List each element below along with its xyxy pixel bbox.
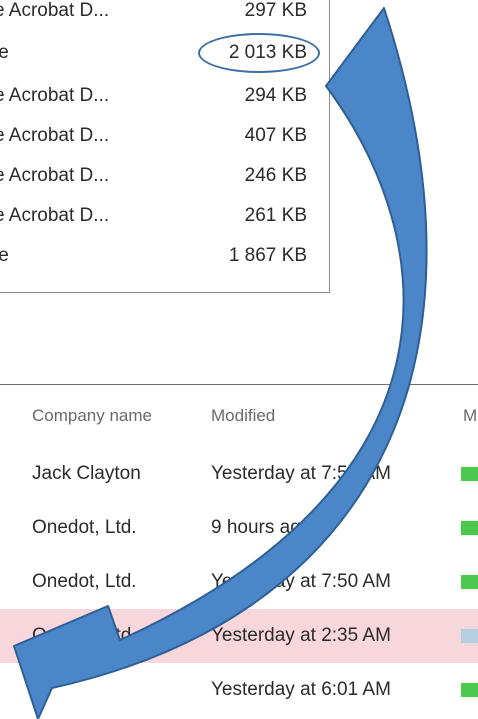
modified-cell: Yesterday at 7:50 AM [211,571,391,592]
file-type-cell: e Acrobat D... [0,85,110,106]
company-cell: Jack Clayton [32,463,141,484]
table-row[interactable]: Jack Clayton Yesterday at 7:50 AM [0,447,478,501]
file-type-cell: e Acrobat D... [0,165,110,186]
file-size-cell: 261 KB [244,205,307,226]
company-cell: Onedot, Ltd. [32,517,137,538]
table-row[interactable]: Yesterday at 6:01 AM [0,663,478,717]
file-size-cell: 297 KB [244,0,307,21]
modified-cell: 9 hours ago [211,517,312,538]
table-row-selected[interactable]: Onedot, Ltd. Yesterday at 2:35 AM [0,609,478,663]
file-row[interactable]: e Acrobat D... 246 KB [0,159,329,193]
company-cell: Onedot, Ltd. [32,571,137,592]
status-indicator [461,683,478,697]
file-row[interactable]: e Acrobat D... 407 KB [0,119,329,153]
table-row[interactable]: Onedot, Ltd. 9 hours ago [0,501,478,555]
file-size-cell: 246 KB [244,165,307,186]
file-size-cell: 1 867 KB [228,245,307,266]
file-type-cell: e Acrobat D... [0,125,110,146]
column-header-extra[interactable]: M [463,385,477,447]
table-row[interactable]: Onedot, Ltd. Yesterday at 7:50 AM [0,555,478,609]
modified-cell: Yesterday at 7:50 AM [211,463,391,484]
status-indicator [461,521,478,535]
column-header-modified[interactable]: Modified [211,385,275,447]
file-type-cell: le [0,239,9,273]
table-header: Company name Modified M [0,385,478,447]
status-indicator [461,467,478,481]
file-size-cell: 294 KB [244,85,307,106]
file-list-panel: e Acrobat D... 297 KB le 2 013 KB e Acro… [0,0,330,293]
file-row[interactable]: e Acrobat D... 297 KB [0,0,329,28]
modified-cell: Yesterday at 2:35 AM [211,625,391,646]
company-cell: Onedot, Ltd. [32,625,137,646]
file-type-cell: e Acrobat D... [0,0,110,21]
file-row[interactable]: e Acrobat D... 294 KB [0,79,329,113]
column-header-company[interactable]: Company name [32,385,152,447]
file-type-cell: le [0,36,9,70]
file-row[interactable]: le 1 867 KB [0,239,329,273]
modified-cell: Yesterday at 6:01 AM [211,679,391,700]
status-indicator [461,575,478,589]
documents-table: Company name Modified M Jack Clayton Yes… [0,384,478,719]
file-row[interactable]: e Acrobat D... 261 KB [0,199,329,233]
file-size-cell: 407 KB [244,125,307,146]
status-indicator [461,629,478,643]
file-type-cell: e Acrobat D... [0,205,110,226]
file-row[interactable]: le 2 013 KB [0,36,329,70]
file-size-cell: 2 013 KB [228,42,307,63]
